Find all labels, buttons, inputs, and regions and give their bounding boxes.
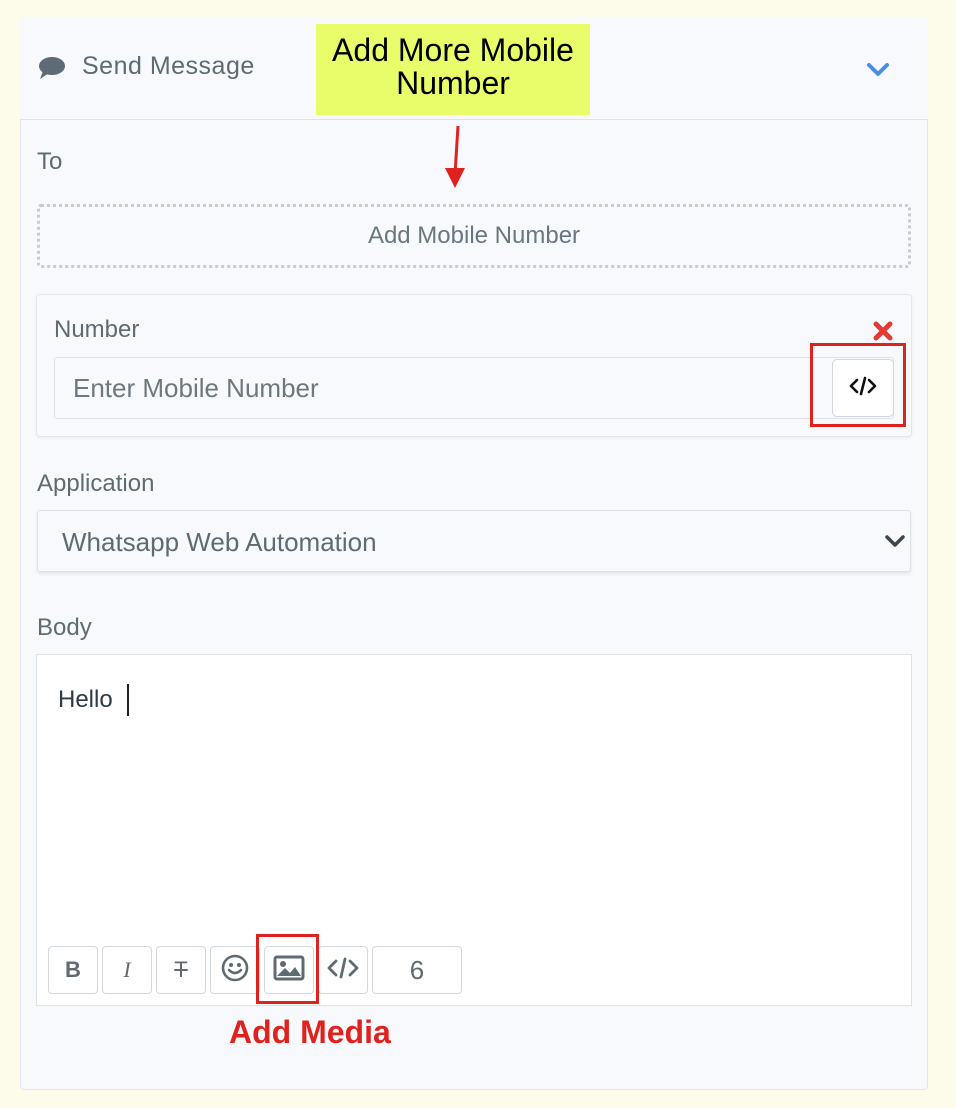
- character-counter: 6: [372, 946, 462, 994]
- highlight-add-media: [256, 934, 319, 1004]
- number-label: Number: [54, 316, 140, 343]
- italic-label: I: [123, 957, 131, 982]
- to-label: To: [37, 148, 63, 175]
- bold-button[interactable]: B: [48, 946, 98, 994]
- character-count-value: 6: [409, 954, 425, 985]
- chevron-down-icon: [884, 533, 906, 553]
- strikethrough-button[interactable]: T: [156, 946, 206, 994]
- application-select[interactable]: Whatsapp Web Automation: [37, 510, 911, 572]
- text-cursor: [127, 684, 129, 716]
- body-label: Body: [37, 614, 92, 641]
- add-more-mobile-callout: Add More Mobile Number: [316, 24, 590, 115]
- chat-bubble-icon: [38, 56, 66, 84]
- annotation-arrow-icon: [442, 124, 470, 194]
- message-body-text: Hello: [58, 686, 113, 713]
- bold-label: B: [65, 957, 81, 982]
- emoji-button[interactable]: [210, 946, 260, 994]
- insert-code-button[interactable]: [318, 946, 368, 994]
- add-mobile-number-button[interactable]: Add Mobile Number: [37, 204, 911, 268]
- strikethrough-label: T: [174, 957, 188, 982]
- application-selected-value: Whatsapp Web Automation: [62, 527, 377, 557]
- italic-button[interactable]: I: [102, 946, 152, 994]
- code-icon: [327, 956, 359, 984]
- chevron-down-icon[interactable]: [866, 62, 890, 82]
- application-label: Application: [37, 470, 155, 497]
- smiley-icon: [221, 954, 249, 986]
- mobile-number-input[interactable]: [54, 357, 894, 419]
- highlight-code-button: [810, 343, 906, 427]
- add-media-callout: Add Media: [229, 1014, 391, 1050]
- panel-title: Send Message: [82, 52, 255, 80]
